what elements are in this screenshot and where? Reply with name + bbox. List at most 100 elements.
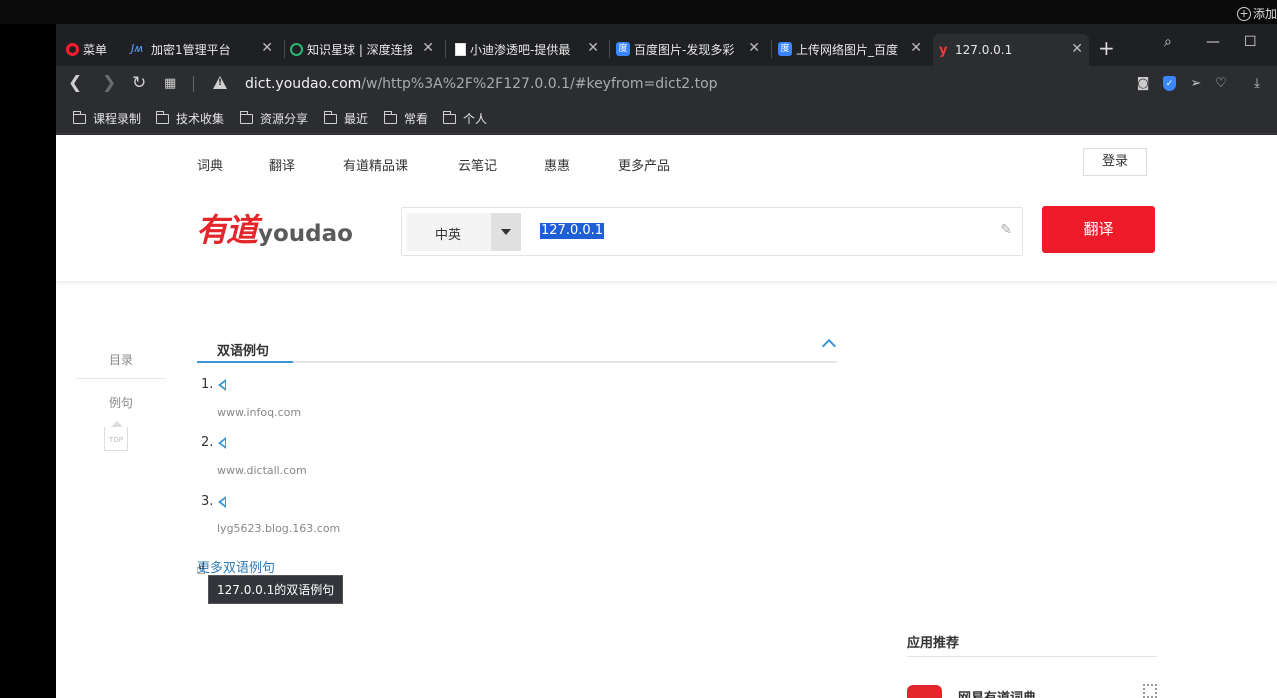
section-underline [197, 361, 837, 363]
desktop-topbar: + 添加 [0, 0, 1277, 24]
tab-divider [609, 40, 610, 58]
youdao-app-icon[interactable] [907, 685, 942, 698]
url-field[interactable]: dict.youdao.com/w/http%3A%2F%2F127.0.0.1… [245, 76, 718, 92]
warning-icon[interactable] [213, 76, 227, 89]
close-icon[interactable]: ✕ [748, 40, 760, 56]
tab-divider [445, 40, 446, 58]
add-widget-button[interactable]: + 添加 [1236, 5, 1277, 22]
heart-icon[interactable]: ♡ [1213, 76, 1229, 92]
qr-code-icon[interactable] [1143, 684, 1157, 698]
bookmark-folder[interactable]: 技术收集 [156, 110, 224, 127]
url-host: dict.youdao.com [245, 76, 362, 92]
translate-button[interactable]: 翻译 [1042, 206, 1155, 253]
search-tabs-icon[interactable]: ⌕ [1164, 34, 1172, 50]
handwriting-icon[interactable]: ✎ [1000, 222, 1012, 238]
back-button[interactable]: ❮ [68, 73, 82, 93]
bookmark-label: 课程录制 [93, 112, 142, 126]
forward-button[interactable]: ❯ [102, 73, 116, 93]
nav-courses[interactable]: 有道精品课 [343, 155, 408, 174]
nav-huihui[interactable]: 惠惠 [544, 155, 570, 174]
tab-bar: 菜单 Jʍ 加密1管理平台 ✕ 知识星球 | 深度连接 ✕ 小迪渗透吧-提供最 … [56, 24, 1277, 66]
app-divider [907, 656, 1157, 657]
jm-icon: Jʍ [131, 42, 144, 55]
example-number: 2. [201, 435, 214, 450]
bookmark-label: 常看 [404, 112, 429, 126]
bookmark-folder[interactable]: 个人 [443, 110, 487, 127]
sidebar-toc[interactable]: 目录 [76, 351, 166, 368]
new-tab-button[interactable]: + [1098, 36, 1115, 60]
hand-cursor-icon: ☝ [196, 559, 206, 578]
section-underline-active [197, 361, 293, 363]
example-source: www.dictall.com [217, 464, 307, 477]
logo-cn: 有道 [196, 211, 258, 249]
language-select[interactable]: 中英 [407, 213, 521, 251]
example-number: 1. [201, 377, 214, 392]
bookmark-folder[interactable]: 常看 [384, 110, 428, 127]
tab-divider [284, 40, 285, 58]
tab-label: 127.0.0.1 [955, 43, 1013, 57]
opera-icon [66, 42, 79, 56]
camera-icon[interactable]: ◙ [1135, 76, 1151, 92]
sidebar-divider [76, 378, 166, 379]
tab-xiaodi[interactable]: 小迪渗透吧-提供最 ✕ [455, 36, 605, 62]
back-to-top-icon[interactable]: TOP [104, 421, 128, 451]
send-icon[interactable]: ➢ [1188, 76, 1204, 92]
tab-jm[interactable]: Jʍ 加密1管理平台 ✕ [131, 36, 279, 62]
nav-more-products[interactable]: 更多产品 [618, 155, 670, 174]
tab-baidu-images[interactable]: 度 百度图片-发现多彩 ✕ [616, 36, 766, 62]
sidebar-item-examples[interactable]: 例句 [76, 394, 166, 411]
speaker-icon[interactable] [218, 437, 228, 450]
section-title[interactable]: 双语例句 [217, 340, 269, 359]
tooltip: 127.0.0.1的双语例句 [208, 575, 344, 604]
tab-youdao-active[interactable]: y 127.0.0.1 ✕ [933, 34, 1089, 66]
bookmark-folder[interactable]: 资源分享 [240, 110, 308, 127]
address-bar: ❮ ❯ ↻ ▦ dict.youdao.com/w/http%3A%2F%2F1… [56, 66, 1277, 102]
tab-label: 百度图片-发现多彩 [634, 42, 735, 57]
tab-divider [771, 40, 772, 58]
maximize-button[interactable]: ☐ [1244, 34, 1257, 50]
add-widget-label: 添加 [1252, 7, 1277, 21]
folder-icon [240, 110, 253, 124]
app-name[interactable]: 网易有道词典 [958, 687, 1036, 698]
tab-label: 小迪渗透吧-提供最 [470, 42, 571, 57]
nav-translate[interactable]: 翻译 [269, 155, 295, 174]
download-icon[interactable]: ⤓ [1249, 76, 1265, 92]
tab-label: 上传网络图片_百度 [796, 42, 899, 57]
close-icon[interactable]: ✕ [910, 40, 922, 56]
speaker-icon[interactable] [218, 379, 228, 392]
youdao-logo[interactable]: 有道 youdao [196, 205, 353, 251]
dropdown-arrow-icon[interactable] [491, 213, 521, 251]
close-icon[interactable]: ✕ [422, 40, 434, 56]
close-icon[interactable]: ✕ [1071, 41, 1083, 57]
bookmark-folder[interactable]: 课程录制 [73, 110, 141, 127]
nav-dict[interactable]: 词典 [197, 155, 223, 174]
opera-menu-button[interactable]: 菜单 [66, 36, 107, 62]
chevron-up-icon[interactable] [821, 338, 837, 354]
logo-en: youdao [258, 221, 353, 247]
tab-zsxq[interactable]: 知识星球 | 深度连接 ✕ [290, 36, 440, 62]
youdao-icon: y [939, 43, 948, 58]
folder-icon [73, 110, 86, 124]
bookmark-folder[interactable]: 最近 [324, 110, 368, 127]
close-icon[interactable]: ✕ [587, 40, 599, 56]
baidu-icon: 度 [616, 42, 630, 56]
minimize-button[interactable]: — [1206, 34, 1220, 50]
url-path: /w/http%3A%2F%2F127.0.0.1/#keyfrom=dict2… [361, 76, 718, 92]
speed-dial-icon[interactable]: ▦ [164, 76, 176, 91]
bookmark-label: 技术收集 [176, 112, 225, 126]
speaker-icon[interactable] [218, 496, 228, 509]
document-icon [455, 42, 466, 56]
login-button[interactable]: 登录 [1083, 148, 1147, 176]
more-examples-link[interactable]: 更多双语例句 [197, 557, 275, 576]
nav-cloud-notes[interactable]: 云笔记 [458, 155, 497, 174]
search-input[interactable]: 127.0.0.1 [540, 223, 605, 239]
adblock-shield-icon[interactable]: ✓ [1163, 76, 1176, 91]
close-icon[interactable]: ✕ [261, 40, 273, 56]
tab-baidu-upload[interactable]: 度 上传网络图片_百度 ✕ [778, 36, 928, 62]
example-source: www.infoq.com [217, 406, 302, 419]
reload-button[interactable]: ↻ [132, 73, 146, 93]
address-divider [193, 76, 194, 92]
example-source: lyg5623.blog.163.com [217, 522, 341, 535]
language-label: 中英 [435, 228, 462, 243]
tab-label: 加密1管理平台 [151, 42, 231, 57]
